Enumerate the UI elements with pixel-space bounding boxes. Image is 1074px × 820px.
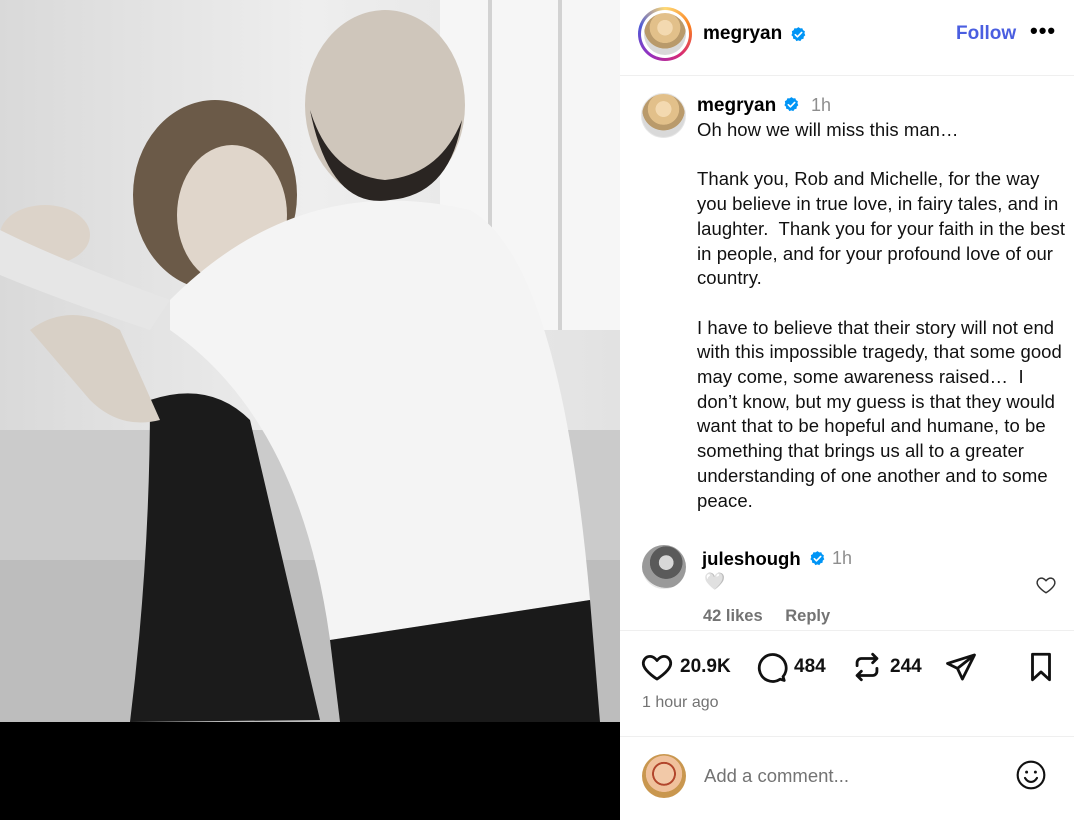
photo-illustration (0, 0, 620, 722)
post-timestamp[interactable]: 1 hour ago (642, 694, 719, 712)
comment-like-heart-icon[interactable] (1035, 574, 1057, 596)
commenter-avatar[interactable] (642, 545, 686, 589)
repost-button[interactable]: 244 (850, 650, 922, 684)
verified-badge-icon (791, 27, 806, 42)
commenter-username[interactable]: juleshough (702, 548, 801, 570)
comment-count: 484 (794, 656, 826, 677)
caption-avatar[interactable] (641, 93, 686, 138)
post-photo[interactable] (0, 0, 620, 722)
caption-time[interactable]: 1h (811, 95, 831, 116)
save-button[interactable] (1024, 650, 1058, 684)
like-button[interactable]: 20.9K (640, 650, 731, 684)
repost-icon (855, 652, 879, 682)
post-header: megryan Follow ••• (620, 0, 1074, 76)
verified-badge-icon (784, 97, 799, 112)
post-details-panel: megryan Follow ••• megryan 1h Oh how we … (620, 0, 1074, 820)
bookmark-icon (1031, 652, 1051, 682)
repost-count: 244 (890, 656, 922, 677)
add-comment-input[interactable] (704, 762, 1004, 790)
caption-username[interactable]: megryan (697, 95, 776, 117)
author-username[interactable]: megryan (703, 23, 782, 45)
divider (620, 736, 1074, 737)
comment-bubble-icon (757, 653, 788, 683)
story-ring[interactable] (638, 7, 692, 61)
share-button[interactable] (944, 650, 978, 684)
post-media (0, 0, 620, 820)
comment-button[interactable]: 484 (754, 650, 826, 684)
comment-likes[interactable]: 42 likes (703, 607, 763, 625)
follow-button[interactable]: Follow (956, 23, 1016, 45)
more-options-button[interactable]: ••• (1030, 18, 1056, 44)
reply-button[interactable]: Reply (785, 607, 830, 625)
share-send-icon (946, 653, 976, 681)
verified-badge-icon (810, 551, 825, 566)
current-user-avatar (642, 754, 686, 798)
like-count: 20.9K (680, 656, 731, 677)
comment-time[interactable]: 1h (832, 548, 852, 569)
smiley-icon[interactable] (1015, 759, 1047, 791)
comment-text: 🤍 (704, 572, 726, 591)
divider (620, 630, 1074, 631)
caption-text: Oh how we will miss this man… Thank you,… (697, 119, 1066, 511)
comment-meta: 42 likes Reply (703, 607, 848, 626)
avatar (644, 13, 686, 55)
heart-icon (641, 654, 673, 681)
action-bar: 20.9K 484 244 (620, 648, 1074, 688)
